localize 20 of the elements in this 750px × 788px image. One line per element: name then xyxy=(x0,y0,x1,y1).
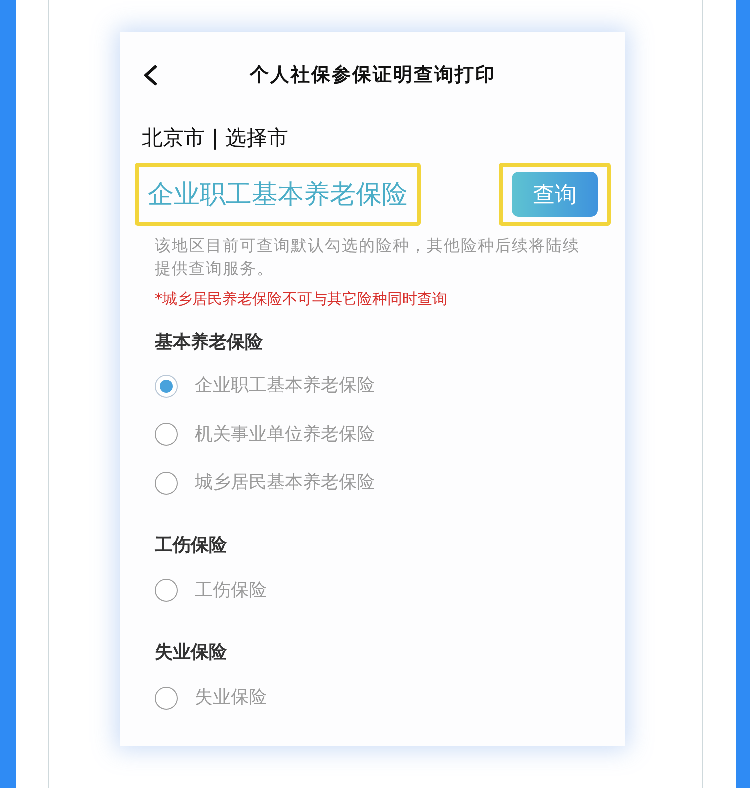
section-title: 基本养老保险 xyxy=(155,331,263,355)
radio-button[interactable] xyxy=(155,423,178,446)
selected-insurance-title: 企业职工基本养老保险 xyxy=(148,178,408,212)
back-icon[interactable] xyxy=(143,65,158,86)
option-label[interactable]: 机关事业单位养老保险 xyxy=(195,422,375,448)
warning-text: *城乡居民养老保险不可与其它险种同时查询 xyxy=(155,289,448,310)
option-label[interactable]: 工伤保险 xyxy=(195,578,267,604)
query-button[interactable]: 查询 xyxy=(512,172,598,217)
option-label[interactable]: 城乡居民基本养老保险 xyxy=(195,470,375,496)
notice-text: 该地区目前可查询默认勾选的险种，其他险种后续将陆续提供查询服务。 xyxy=(155,235,581,280)
option-label[interactable]: 失业保险 xyxy=(195,685,267,712)
option-label[interactable]: 企业职工基本养老保险 xyxy=(195,373,375,400)
radio-button[interactable] xyxy=(155,686,178,710)
section-title: 失业保险 xyxy=(155,641,227,665)
section-title: 工伤保险 xyxy=(155,534,227,558)
radio-button[interactable] xyxy=(155,579,178,602)
radio-button[interactable] xyxy=(155,374,178,398)
city-selector[interactable]: 北京市 | 选择市 xyxy=(142,124,288,152)
radio-button[interactable] xyxy=(155,472,178,495)
page-title: 个人社保参保证明查询打印 xyxy=(250,63,496,88)
